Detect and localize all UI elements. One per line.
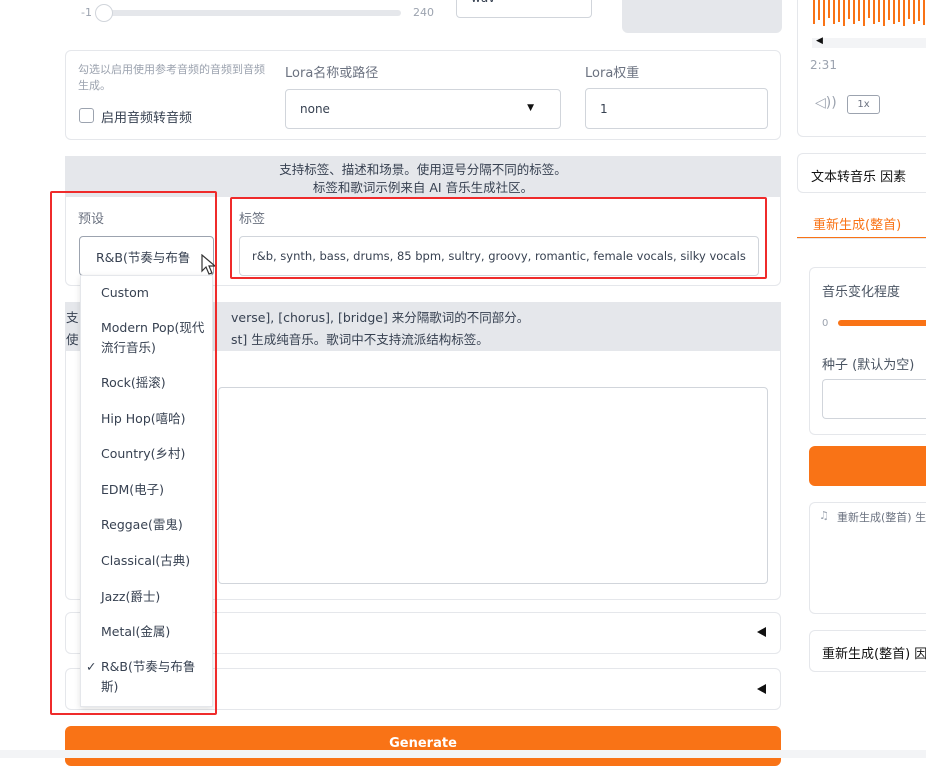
- player-scrollbar[interactable]: ◀: [812, 36, 926, 48]
- dropdown-option[interactable]: Custom: [81, 283, 215, 303]
- lora-name-label: Lora名称或路径: [285, 66, 379, 81]
- lora-name-value: none: [300, 102, 330, 116]
- lora-name-select[interactable]: none ▼: [285, 89, 561, 129]
- lora-weight-input[interactable]: 1: [585, 88, 768, 129]
- tags-info-line2: 标签和歌词示例来自 AI 音乐生成社区。: [312, 180, 534, 195]
- collapse-arrow-icon[interactable]: [757, 684, 766, 694]
- variance-label: 音乐变化程度: [822, 285, 901, 300]
- dropdown-option[interactable]: Rock(摇滚): [81, 373, 215, 393]
- top-right-gray-block: [622, 0, 782, 33]
- regenerate-button[interactable]: [809, 446, 926, 486]
- dropdown-option[interactable]: Jazz(爵士): [81, 587, 215, 607]
- checkmark-icon: ✓: [86, 659, 97, 674]
- format-select[interactable]: wav ▼: [456, 0, 592, 18]
- tab-text2music[interactable]: 文本转音乐 因素: [797, 153, 926, 193]
- lyrics-info-prefix1: 支: [66, 310, 79, 325]
- lyrics-info-line1: verse], [chorus], [bridge] 来分隔歌词的不同部分。: [231, 310, 530, 325]
- dropdown-option[interactable]: Country(乡村): [81, 444, 215, 464]
- lyrics-info-line2: st] 生成纯音乐。歌词中不支持流派结构标签。: [231, 332, 489, 347]
- dropdown-option[interactable]: Metal(金属): [81, 622, 215, 642]
- checkbox-hint: 勾选以启用使用参考音频的音频到音频生成。: [78, 63, 265, 92]
- caret-down-icon: ▼: [527, 103, 534, 113]
- tab-underline-rest: [797, 238, 926, 239]
- lyrics-textarea[interactable]: [218, 387, 768, 584]
- bottom-edge: [0, 750, 926, 758]
- dropdown-option[interactable]: EDM(电子): [81, 480, 215, 500]
- regen-accordion[interactable]: 重新生成(整首) 因: [809, 630, 926, 672]
- dropdown-option[interactable]: Modern Pop(现代流行音乐): [81, 318, 209, 358]
- lyrics-info-prefix2: 使: [66, 332, 79, 347]
- player-time: 2:31: [810, 58, 837, 72]
- variance-min: 0: [822, 318, 829, 329]
- variance-slider[interactable]: [838, 320, 926, 326]
- format-value: wav: [471, 0, 495, 5]
- dropdown-option[interactable]: Hip Hop(嘻哈): [81, 409, 215, 429]
- regen-output-panel: ♫ 重新生成(整首) 生: [809, 502, 926, 614]
- slider-max: 240: [413, 6, 434, 19]
- lora-weight-value: 1: [600, 101, 608, 116]
- tags-input[interactable]: r&b, synth, bass, drums, 85 bpm, sultry,…: [239, 236, 759, 276]
- slider-thumb[interactable]: [95, 4, 113, 22]
- audio2audio-label: 启用音频转音频: [101, 111, 193, 126]
- tags-value: r&b, synth, bass, drums, 85 bpm, sultry,…: [252, 249, 746, 263]
- preset-dropdown-list: Custom Modern Pop(现代流行音乐) Rock(摇滚) Hip H…: [80, 275, 213, 707]
- dropdown-option[interactable]: Reggae(雷鬼): [81, 515, 215, 535]
- volume-icon[interactable]: ◁)): [815, 95, 837, 111]
- tab-regenerate[interactable]: 重新生成(整首): [797, 205, 926, 239]
- preset-select[interactable]: R&B(节奏与布鲁: [79, 236, 214, 276]
- scroll-left-icon[interactable]: ◀: [816, 36, 823, 46]
- slider-min: -1: [81, 6, 92, 19]
- speed-button[interactable]: 1x: [847, 95, 880, 114]
- dropdown-option-selected[interactable]: ✓ R&B(节奏与布鲁斯): [81, 657, 207, 697]
- lora-weight-label: Lora权重: [585, 66, 640, 81]
- seed-input[interactable]: [822, 379, 926, 419]
- preset-value: R&B(节奏与布鲁: [96, 249, 191, 265]
- slider-track[interactable]: [101, 10, 401, 16]
- collapse-arrow-icon[interactable]: [757, 627, 766, 637]
- preset-label: 预设: [78, 212, 105, 227]
- chevron-down-icon: ▼: [566, 0, 573, 1]
- mouse-cursor-icon: [201, 254, 217, 275]
- dropdown-option[interactable]: Classical(古典): [81, 551, 215, 571]
- generate-button[interactable]: Generate: [65, 726, 781, 766]
- music-note-icon: ♫: [819, 509, 829, 522]
- tags-label: 标签: [239, 212, 266, 227]
- tags-info-line1: 支持标签、描述和场景。使用逗号分隔不同的标签。: [279, 162, 567, 177]
- seed-label: 种子 (默认为空): [822, 358, 915, 373]
- waveform-icon: [813, 0, 925, 26]
- audio2audio-checkbox[interactable]: [79, 108, 94, 123]
- generate-label: Generate: [389, 735, 457, 751]
